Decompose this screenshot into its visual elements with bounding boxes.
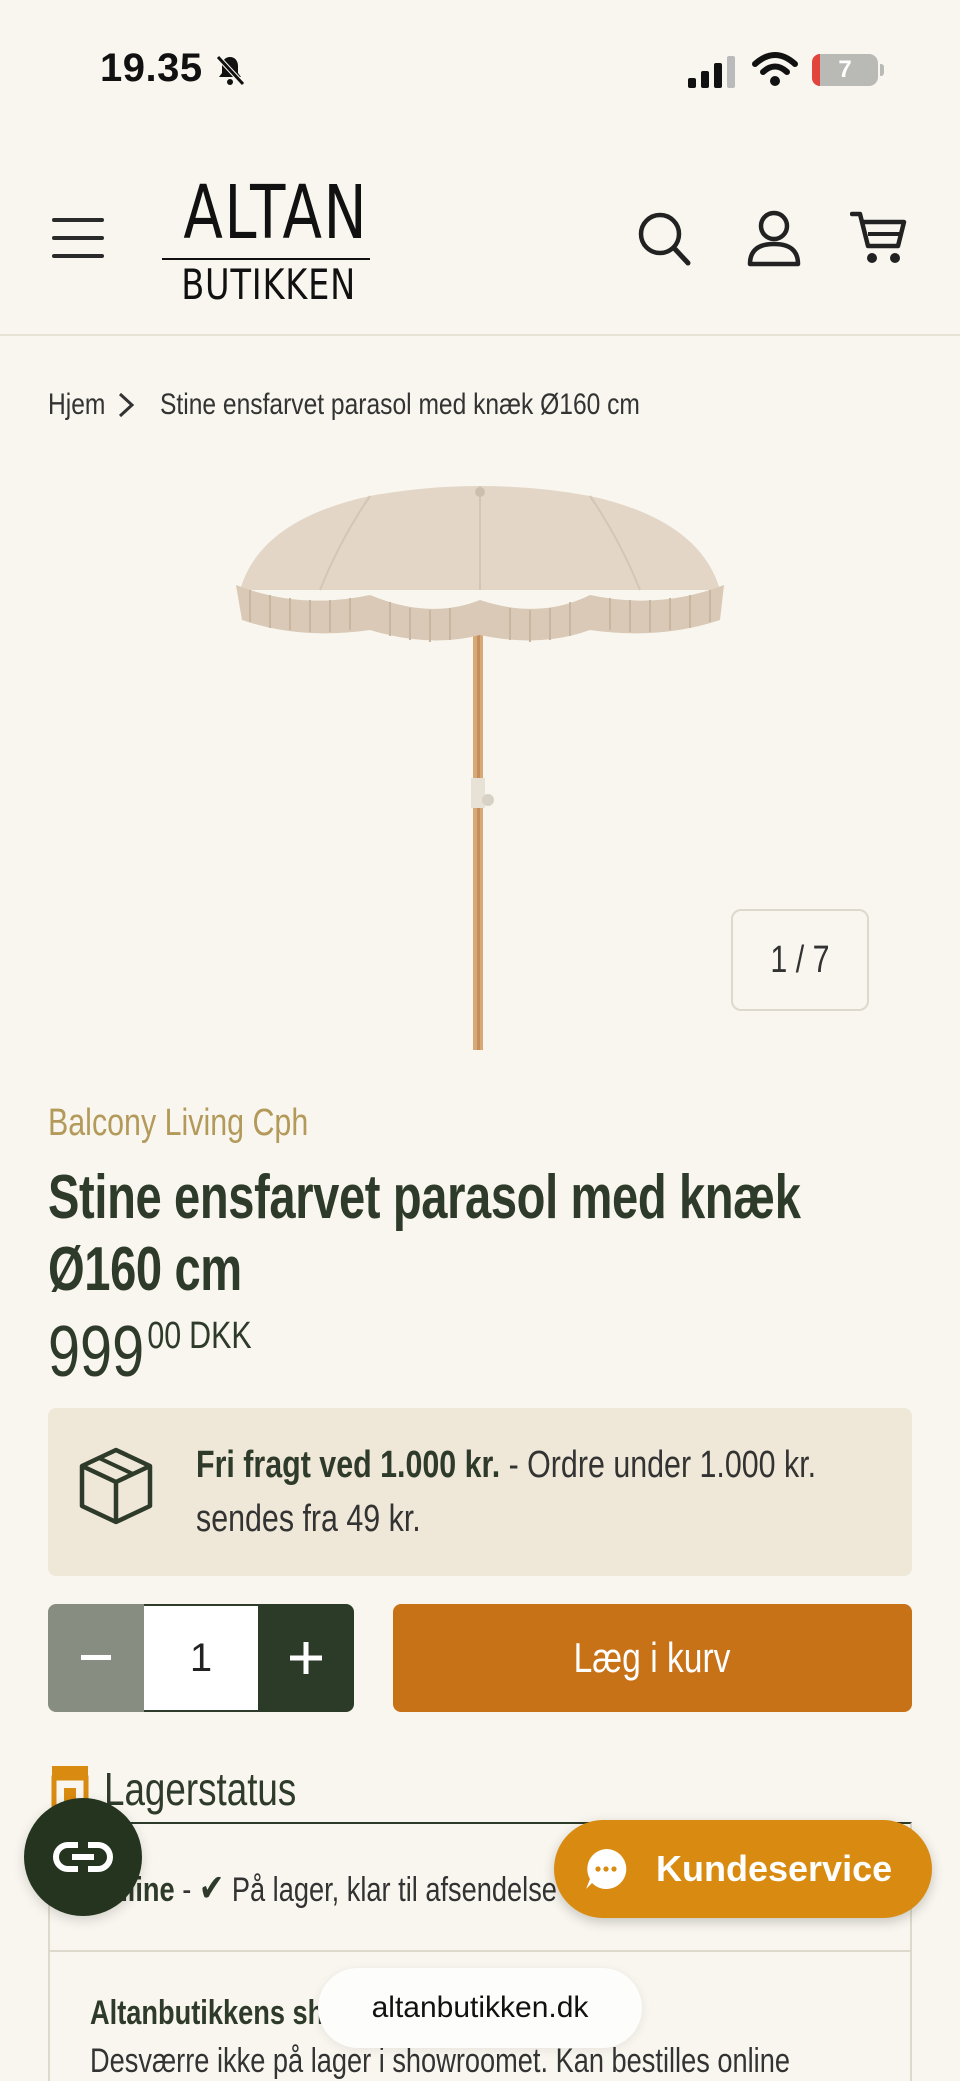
battery-icon: 7 <box>812 54 878 86</box>
logo-bottom-text: BUTIKKEN <box>181 260 357 309</box>
minus-icon <box>81 1655 111 1660</box>
customer-service-label: Kundeservice <box>656 1848 893 1889</box>
customer-service-button[interactable]: Kundeservice <box>554 1820 932 1918</box>
add-to-cart-button[interactable]: Læg i kurv <box>393 1604 912 1712</box>
clock: 19.35 <box>100 46 203 90</box>
loyalty-icon <box>53 1842 113 1872</box>
browser-url-bar[interactable]: altanbutikken.dk <box>318 1968 642 2048</box>
search-icon[interactable] <box>636 208 692 268</box>
logo-top-text: ALTAN <box>183 170 369 256</box>
quantity-decrease-button[interactable] <box>48 1604 144 1712</box>
breadcrumb-home-link[interactable]: Hjem <box>48 388 105 422</box>
price-currency: DKK <box>189 1315 252 1357</box>
chevron-right-icon <box>118 392 135 418</box>
package-icon <box>79 1447 153 1525</box>
price-cents: 00 <box>147 1315 182 1357</box>
stock-status-title: Lagerstatus <box>104 1763 297 1815</box>
shipping-text: Fri fragt ved 1.000 kr. - Ordre under 1.… <box>196 1444 817 1540</box>
quantity-increase-button[interactable] <box>258 1604 354 1712</box>
site-logo[interactable]: ALTAN BUTIKKEN <box>160 170 372 309</box>
product-title: Stine ensfarvet parasol med knæk Ø160 cm <box>48 1163 801 1304</box>
breadcrumb-current: Stine ensfarvet parasol med knæk Ø160 cm <box>160 388 640 421</box>
loyalty-button[interactable] <box>24 1798 142 1916</box>
cellular-signal-icon <box>688 56 735 88</box>
status-bar: 19.35 7 <box>0 0 960 140</box>
bell-muted-icon <box>216 55 245 86</box>
breadcrumb: Hjem Stine ensfarvet parasol med knæk Ø1… <box>48 380 745 430</box>
quantity-input[interactable]: 1 <box>144 1604 258 1712</box>
price-main: 999 <box>48 1312 145 1392</box>
battery-level: 7 <box>838 56 852 83</box>
checkmark-icon: ✔ <box>198 1868 225 1910</box>
quantity-stepper: 1 <box>48 1604 354 1712</box>
site-header: ALTAN BUTIKKEN <box>0 140 960 336</box>
product-price: 999 00 DKK <box>48 1312 252 1392</box>
cart-icon[interactable] <box>850 208 908 268</box>
shipping-notice: Fri fragt ved 1.000 kr. - Ordre under 1.… <box>48 1408 912 1576</box>
hamburger-menu-icon[interactable] <box>52 218 104 260</box>
product-vendor[interactable]: Balcony Living Cph <box>48 1102 308 1145</box>
account-icon[interactable] <box>746 208 802 268</box>
gallery-counter[interactable]: 1 / 7 <box>731 909 869 1011</box>
product-image[interactable] <box>220 480 740 1055</box>
plus-icon <box>290 1642 322 1674</box>
chat-bubble-icon <box>586 1848 627 1889</box>
wifi-icon <box>752 52 798 86</box>
